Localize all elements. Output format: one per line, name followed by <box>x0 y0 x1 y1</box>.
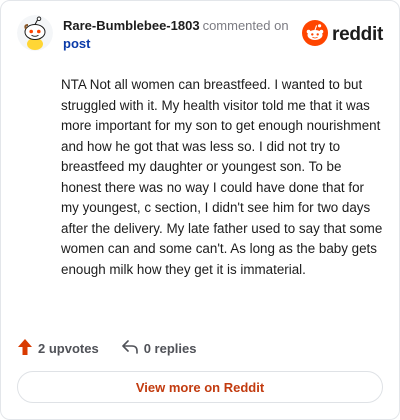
reddit-brand[interactable]: reddit <box>302 19 383 51</box>
reply-button[interactable]: 0 replies <box>121 339 197 358</box>
snoo-avatar-icon[interactable] <box>17 15 53 51</box>
byline-action-text: commented on <box>202 18 289 33</box>
comment-byline: Rare-Bumblebee-1803 commented on <box>63 17 289 34</box>
upvote-button[interactable]: 2 upvotes <box>17 338 99 359</box>
reply-arrow-icon <box>121 339 144 358</box>
comment-body: NTA Not all women can breastfeed. I want… <box>61 77 383 277</box>
comment-actions: 2 upvotes 0 replies <box>17 337 196 359</box>
upvote-count: 2 upvotes <box>38 340 99 356</box>
reddit-logo-icon <box>302 19 329 51</box>
upvote-arrow-icon <box>17 338 38 359</box>
post-link[interactable]: post <box>63 35 90 52</box>
view-more-on-reddit-button[interactable]: View more on Reddit <box>17 371 383 403</box>
reply-count: 0 replies <box>143 340 197 356</box>
username-link[interactable]: Rare-Bumblebee-1803 <box>63 18 200 33</box>
comment-header: Rare-Bumblebee-1803 commented on post red… <box>17 15 387 55</box>
reddit-wordmark: reddit <box>332 24 383 45</box>
embedded-comment-card: Rare-Bumblebee-1803 commented on post red… <box>0 0 400 420</box>
